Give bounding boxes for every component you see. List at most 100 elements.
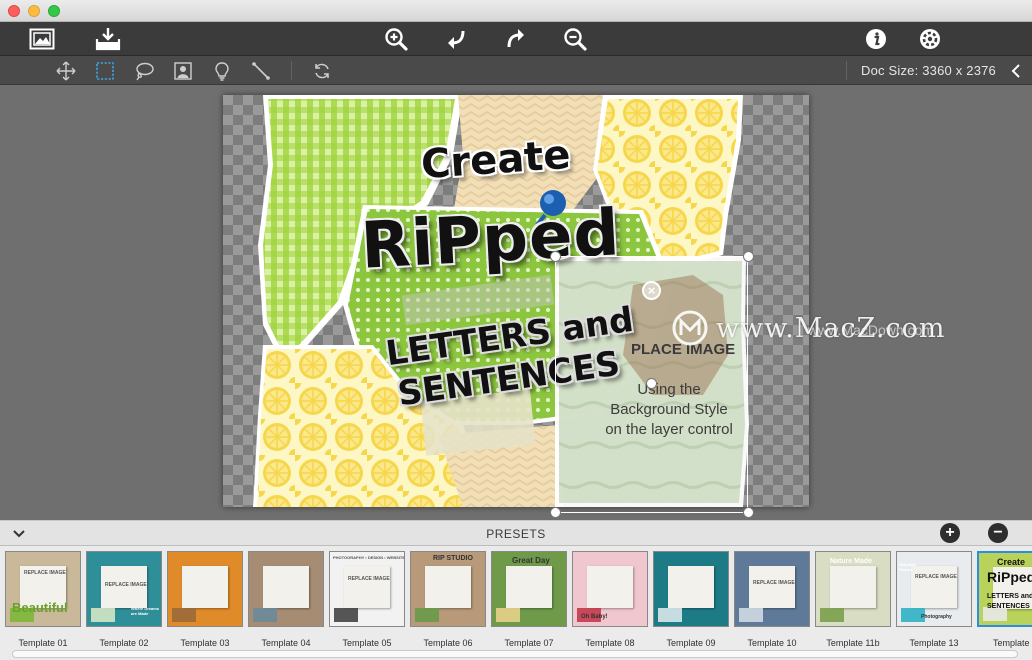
template-thumbnail[interactable]: Beautiful Places REPLACE IMAGE Photography… <box>896 551 972 648</box>
template-preview-text: Where Dreams are Made <box>131 606 160 616</box>
template-thumbnail[interactable]: RIP STUDIO Template 06 <box>410 551 486 648</box>
template-thumbnail[interactable]: Oh Baby! Template 08 <box>572 551 648 648</box>
template-name-label: Template 03 <box>180 638 230 648</box>
templates-scrollbar[interactable] <box>12 650 1018 658</box>
template-thumbnail[interactable]: PHOTOGRAPHY • DESIGN • WEBSITES REPLACE I… <box>329 551 405 648</box>
template-preview-text: PHOTOGRAPHY • DESIGN • WEBSITES <box>333 555 405 560</box>
template-thumbnail[interactable]: REPLACE IMAGE Where Dreams are Made Templa… <box>86 551 162 648</box>
artwork-title-big: RiPped <box>359 196 622 284</box>
docsize-divider <box>846 61 847 80</box>
template-preview-image <box>248 551 324 627</box>
template-preview-text: RiPped <box>987 569 1032 585</box>
presets-title: PRESETS <box>486 527 546 541</box>
template-name-label: Template 10 <box>747 638 797 648</box>
template-preview-text: RIP STUDIO <box>433 555 473 562</box>
template-name-label: Template 08 <box>585 638 635 648</box>
template-accent <box>91 608 115 622</box>
template-thumbnail[interactable]: Nature Made Template 11b <box>815 551 891 648</box>
placeholder-line: on the layer control <box>605 421 733 438</box>
zoom-out-icon[interactable] <box>561 25 589 53</box>
template-thumbnail[interactable]: REPLACE IMAGE Beautiful Template 01 <box>5 551 81 648</box>
template-accent <box>415 608 439 622</box>
app-window: Doc Size: 3360 x 2376 Create RiPped LETT… <box>0 0 1032 660</box>
template-preview-text: REPLACE IMAGE <box>753 580 795 586</box>
light-bulb-tool-icon[interactable] <box>210 59 234 83</box>
template-preview-text: Great Day <box>512 556 550 565</box>
template-thumbnail[interactable]: Great Day Template 07 <box>491 551 567 648</box>
template-name-label: Template 04 <box>261 638 311 648</box>
collapse-panel-chevron-icon[interactable] <box>1006 60 1026 82</box>
template-preview-image: Create RiPped LETTERS and SENTENCES <box>977 551 1032 627</box>
rectangle-select-tool-icon[interactable] <box>93 59 117 83</box>
template-photo-placeholder <box>182 566 228 608</box>
redo-icon[interactable] <box>502 25 530 53</box>
template-preview-image: Beautiful Places REPLACE IMAGE Photography <box>896 551 972 627</box>
save-download-icon[interactable] <box>94 25 122 53</box>
template-thumbnail[interactable]: REPLACE IMAGE Template 10 <box>734 551 810 648</box>
resize-handle[interactable] <box>743 507 754 518</box>
template-preview-image: REPLACE IMAGE <box>734 551 810 627</box>
placeholder-line: Using the <box>637 381 701 398</box>
template-photo-placeholder <box>749 566 795 608</box>
document-canvas[interactable]: Create RiPped LETTERS and SENTENCES PLAC… <box>223 95 809 507</box>
template-preview-text: REPLACE IMAGE <box>105 582 147 588</box>
template-thumbnail[interactable]: Template 04 <box>248 551 324 648</box>
template-accent <box>253 608 277 622</box>
template-photo-placeholder <box>506 566 552 608</box>
template-photo-placeholder <box>263 566 309 608</box>
resize-handle[interactable] <box>743 251 754 262</box>
template-photo-placeholder <box>911 566 957 608</box>
template-preview-image: REPLACE IMAGE Beautiful <box>5 551 81 627</box>
resize-handle[interactable] <box>550 251 561 262</box>
portrait-tool-icon[interactable] <box>171 59 195 83</box>
minimize-window-button[interactable] <box>28 5 40 17</box>
lasso-tool-icon[interactable] <box>132 59 156 83</box>
move-tool-icon[interactable] <box>54 59 78 83</box>
rotate-tool-icon[interactable] <box>310 59 334 83</box>
template-photo-placeholder <box>830 566 876 608</box>
template-thumbnail[interactable]: Template 09 <box>653 551 729 648</box>
template-accent <box>658 608 682 622</box>
template-preview-text: REPLACE IMAGE <box>24 570 66 576</box>
template-thumbnail[interactable]: Template 03 <box>167 551 243 648</box>
template-name-label: Template 05 <box>342 638 392 648</box>
template-preview-image: Oh Baby! <box>572 551 648 627</box>
zoom-window-button[interactable] <box>48 5 60 17</box>
templates-strip: REPLACE IMAGE Beautiful Template 01 REPLACE… <box>0 546 1032 660</box>
template-accent <box>739 608 763 622</box>
resize-handle[interactable] <box>550 507 561 518</box>
template-preview-text: SENTENCES <box>987 603 1030 610</box>
template-name-label: Template 07 <box>504 638 554 648</box>
template-preview-image <box>653 551 729 627</box>
template-preview-text: Oh Baby! <box>581 614 608 620</box>
tools-bar: Doc Size: 3360 x 2376 <box>0 56 1032 85</box>
template-thumbnail[interactable]: Create RiPped LETTERS and SENTENCES Template… <box>977 551 1032 648</box>
open-image-icon[interactable] <box>28 25 56 53</box>
template-preview-image: Great Day <box>491 551 567 627</box>
template-name-label: Template 1 <box>992 638 1032 648</box>
remove-layer-close-icon[interactable]: × <box>642 281 661 300</box>
info-icon[interactable] <box>862 25 890 53</box>
template-accent <box>496 608 520 622</box>
zoom-in-icon[interactable] <box>382 25 410 53</box>
template-name-label: Template 02 <box>99 638 149 648</box>
template-photo-placeholder <box>425 566 471 608</box>
close-window-button[interactable] <box>8 5 20 17</box>
placeholder-line: Background Style <box>610 401 728 418</box>
presets-header: PRESETS + − <box>0 520 1032 546</box>
add-preset-button[interactable]: + <box>940 523 960 543</box>
remove-preset-button[interactable]: − <box>988 523 1008 543</box>
template-name-label: Template 11b <box>826 638 880 648</box>
doc-size-label: Doc Size: 3360 x 2376 <box>860 63 996 78</box>
template-preview-text: Beautiful <box>12 600 68 615</box>
settings-icon[interactable] <box>916 25 944 53</box>
template-preview-image: RIP STUDIO <box>410 551 486 627</box>
template-preview-text: Nature Made <box>830 558 873 565</box>
template-accent <box>172 608 196 622</box>
line-tool-icon[interactable] <box>249 59 273 83</box>
undo-icon[interactable] <box>442 25 470 53</box>
template-preview-image <box>167 551 243 627</box>
watermark-logo-icon <box>672 310 708 346</box>
tools-divider <box>291 61 292 80</box>
rotate-center-handle[interactable] <box>646 378 657 389</box>
